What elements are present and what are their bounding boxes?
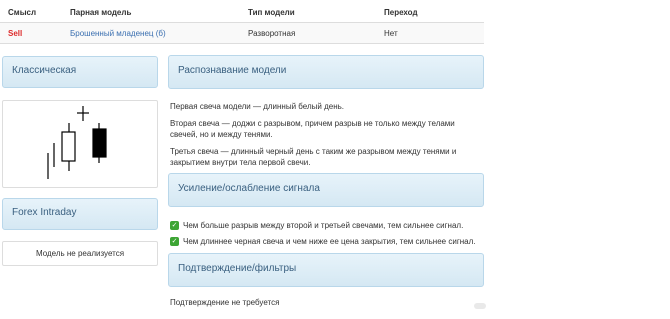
- candlestick-image-box: [2, 100, 158, 188]
- signal-item-2: Чем длиннее черная свеча и чем ниже ее ц…: [183, 237, 476, 246]
- recognition-paragraph-3: Третья свеча — длинный черный день с так…: [170, 147, 457, 167]
- signal-title: Усиление/ослабление сигнала: [178, 183, 320, 194]
- confirm-title: Подтверждение/фильтры: [178, 263, 297, 274]
- classic-panel-header: Классическая: [2, 56, 158, 88]
- cell-model-type: Разворотная: [248, 29, 296, 38]
- forex-note: Модель не реализуется: [35, 249, 125, 258]
- signal-panel-header: Усиление/ослабление сигнала: [168, 173, 484, 207]
- recognition-paragraph-1: Первая свеча модели — длинный белый день…: [170, 102, 344, 111]
- forex-panel-header: Forex Intraday: [2, 198, 158, 230]
- confirm-panel-header: Подтверждение/фильтры: [168, 253, 484, 287]
- check-icon: ✓: [170, 221, 179, 230]
- candlestick-pattern-image: [47, 106, 107, 179]
- table-row-divider: [0, 43, 484, 44]
- check-icon: ✓: [170, 237, 179, 246]
- forex-panel-title: Forex Intraday: [12, 207, 77, 218]
- col-header-model-type: Тип модели: [248, 8, 295, 17]
- recognition-panel-header: Распознавание модели: [168, 55, 484, 89]
- col-header-pair-model: Парная модель: [70, 8, 132, 17]
- confirm-text: Подтверждение не требуется: [170, 298, 280, 307]
- recognition-paragraph-2: Вторая свеча — доджи с разрывом, причем …: [170, 119, 455, 139]
- signal-item-1: Чем больше разрыв между второй и третьей…: [183, 221, 464, 230]
- scroll-handle[interactable]: [474, 303, 486, 309]
- classic-panel-title: Классическая: [12, 65, 77, 76]
- recognition-title: Распознавание модели: [178, 65, 287, 76]
- col-header-meaning: Смысл: [8, 8, 37, 17]
- cell-meaning: Sell: [8, 29, 23, 38]
- col-header-transition: Переход: [384, 8, 418, 17]
- forex-note-box: Модель не реализуется: [2, 241, 158, 266]
- pair-model-link[interactable]: Брошенный младенец (б): [70, 29, 166, 38]
- cell-transition: Нет: [384, 29, 398, 38]
